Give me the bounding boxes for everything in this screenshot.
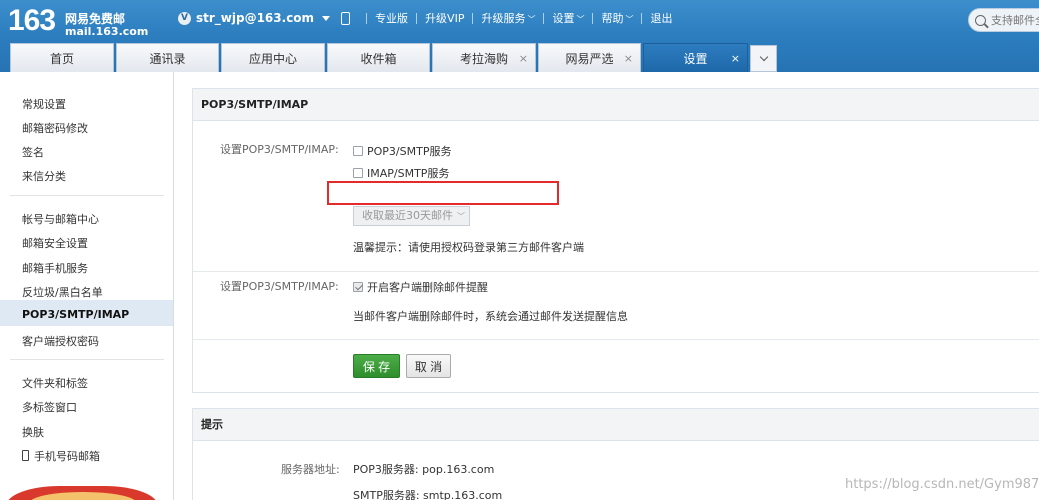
pop3-smtp-checkbox[interactable] xyxy=(353,146,363,156)
panel-title: POP3/SMTP/IMAP xyxy=(193,89,1039,121)
row-divider xyxy=(193,339,1039,340)
mobile-phone-icon[interactable] xyxy=(341,11,351,25)
imap-smtp-checkbox[interactable] xyxy=(353,168,363,178)
tab-settings[interactable]: 设置 × xyxy=(643,43,748,72)
tab-yanxuan[interactable]: 网易严选 × xyxy=(538,43,641,72)
fetch-range-select[interactable]: 收取最近30天邮件 ﹀ xyxy=(353,206,470,226)
mail-search-box xyxy=(968,8,1039,32)
settings-main: POP3/SMTP/IMAP 设置POP3/SMTP/IMAP: POP3/SM… xyxy=(174,72,1039,500)
smtp-server-address: SMTP服务器: smtp.163.com xyxy=(353,489,503,500)
tab-label: 考拉海购 xyxy=(459,51,508,66)
sidebar-item-antispam[interactable]: 反垃圾/黑白名单 xyxy=(22,284,103,300)
sidebar-item-pop3-smtp-imap[interactable]: POP3/SMTP/IMAP xyxy=(22,308,129,321)
phone-icon xyxy=(22,450,29,461)
pop3-settings-panel: POP3/SMTP/IMAP 设置POP3/SMTP/IMAP: POP3/SM… xyxy=(192,88,1039,393)
tab-label: 网易严选 xyxy=(565,51,614,66)
sidebar-item-account-center[interactable]: 帐号与邮箱中心 xyxy=(22,211,99,227)
account-caret-icon[interactable] xyxy=(322,15,331,21)
tab-label: 通讯录 xyxy=(149,51,186,66)
promo-banner[interactable] xyxy=(6,486,158,500)
delete-alert-option[interactable]: 开启客户端删除邮件提醒 xyxy=(353,279,488,295)
tab-app-center[interactable]: 应用中心 xyxy=(221,43,325,72)
imap-smtp-option[interactable]: IMAP/SMTP服务 xyxy=(353,165,449,181)
delete-alert-checkbox[interactable] xyxy=(353,282,363,292)
tab-kaola[interactable]: 考拉海购 × xyxy=(432,43,536,72)
sidebar-item-label: 手机号码邮箱 xyxy=(34,450,100,463)
logo-number: 163 xyxy=(8,4,56,37)
cancel-button[interactable]: 取 消 xyxy=(406,354,451,378)
nav-divider xyxy=(416,12,418,24)
tab-inbox[interactable]: 收件箱 xyxy=(327,43,430,72)
search-input[interactable] xyxy=(991,13,1039,27)
logo-domain: mail.163.com xyxy=(65,25,149,38)
chevron-down-icon: ﹀ xyxy=(527,15,536,24)
nav-settings-label: 设置 xyxy=(552,12,575,25)
fetch-range-value: 收取最近30天邮件 xyxy=(362,209,453,222)
tab-label: 应用中心 xyxy=(248,51,297,66)
sidebar-item-mail-filter[interactable]: 来信分类 xyxy=(22,168,66,184)
settings-sidebar: 常规设置 邮箱密码修改 签名 来信分类 帐号与邮箱中心 邮箱安全设置 邮箱手机服… xyxy=(0,72,174,500)
promo-banner-graphic xyxy=(30,492,136,500)
sidebar-item-password[interactable]: 邮箱密码修改 xyxy=(22,120,88,136)
nav-divider xyxy=(592,12,594,24)
sidebar-item-multi-tab[interactable]: 多标签窗口 xyxy=(22,399,77,415)
tab-label: 首页 xyxy=(49,51,74,66)
nav-divider xyxy=(641,12,643,24)
close-icon[interactable]: × xyxy=(519,52,528,65)
pop3-smtp-label: POP3/SMTP服务 xyxy=(367,145,452,158)
delete-alert-note: 当邮件客户端删除邮件时，系统会通过邮件发送提醒信息 xyxy=(353,310,628,323)
pop3-server-address: POP3服务器: pop.163.com xyxy=(353,463,495,476)
nav-divider xyxy=(543,12,545,24)
csdn-watermark: https://blog.csdn.net/Gym987 xyxy=(845,477,1039,492)
close-icon[interactable]: × xyxy=(624,52,633,65)
tab-label: 设置 xyxy=(683,51,708,66)
nav-pro-version[interactable]: 专业版 xyxy=(375,10,408,26)
sidebar-item-mobile-service[interactable]: 邮箱手机服务 xyxy=(22,260,88,276)
top-header: 163 网易免费邮 mail.163.com V str_wjp@163.com… xyxy=(0,0,1039,72)
tab-bar: 首页 通讯录 应用中心 收件箱 考拉海购 × 网易严选 × 设置 × xyxy=(10,43,777,72)
chevron-down-icon: ﹀ xyxy=(457,212,465,221)
nav-upgrade-service[interactable]: 升级服务 ﹀ xyxy=(481,10,535,26)
sidebar-item-general[interactable]: 常规设置 xyxy=(22,96,66,112)
sidebar-item-security[interactable]: 邮箱安全设置 xyxy=(22,235,88,251)
chevron-down-icon: ﹀ xyxy=(625,15,634,24)
pop3-setting-label: 设置POP3/SMTP/IMAP: xyxy=(220,143,339,156)
sidebar-divider xyxy=(10,359,164,360)
highlight-annotation-box xyxy=(327,181,559,205)
save-button[interactable]: 保 存 xyxy=(353,354,400,378)
sidebar-item-phone-mailbox[interactable]: 手机号码邮箱 xyxy=(22,448,100,464)
nav-settings[interactable]: 设置 ﹀ xyxy=(552,10,584,26)
pop3-smtp-option[interactable]: POP3/SMTP服务 xyxy=(353,143,451,159)
nav-logout[interactable]: 退出 xyxy=(650,10,672,26)
sidebar-item-folders-labels[interactable]: 文件夹和标签 xyxy=(22,375,88,391)
sidebar-item-skin[interactable]: 换肤 xyxy=(22,424,44,440)
tab-contacts[interactable]: 通讯录 xyxy=(116,43,219,72)
nav-help-label: 帮助 xyxy=(601,12,624,25)
nav-divider xyxy=(366,12,368,24)
chevron-down-icon xyxy=(759,52,768,62)
sidebar-divider xyxy=(10,195,164,196)
account-name[interactable]: str_wjp@163.com xyxy=(196,11,314,25)
nav-divider xyxy=(472,12,474,24)
row-divider xyxy=(193,271,1039,272)
avatar[interactable]: V xyxy=(178,11,191,25)
tab-more-button[interactable] xyxy=(750,45,777,72)
panel-title: 提示 xyxy=(193,409,1039,441)
chevron-down-icon: ﹀ xyxy=(576,15,585,24)
server-address-label: 服务器地址: xyxy=(281,463,340,476)
sidebar-item-signature[interactable]: 签名 xyxy=(22,144,44,160)
top-nav: V str_wjp@163.com 专业版 升级VIP 升级服务 ﹀ 设置 ﹀ 帮助… xyxy=(178,10,672,26)
tab-label: 收件箱 xyxy=(360,51,397,66)
nav-upgrade-service-label: 升级服务 xyxy=(481,12,526,25)
sidebar-item-client-auth-code[interactable]: 客户端授权密码 xyxy=(22,333,99,349)
imap-smtp-label: IMAP/SMTP服务 xyxy=(367,167,450,180)
nav-help[interactable]: 帮助 ﹀ xyxy=(601,10,633,26)
nav-upgrade-vip[interactable]: 升级VIP xyxy=(425,10,464,26)
search-icon[interactable] xyxy=(975,14,986,26)
auth-code-tip: 温馨提示：请使用授权码登录第三方邮件客户端 xyxy=(353,241,584,254)
delete-alert-setting-label: 设置POP3/SMTP/IMAP: xyxy=(220,280,339,293)
delete-alert-label: 开启客户端删除邮件提醒 xyxy=(367,281,488,294)
close-icon[interactable]: × xyxy=(731,52,740,65)
tab-home[interactable]: 首页 xyxy=(10,43,114,72)
